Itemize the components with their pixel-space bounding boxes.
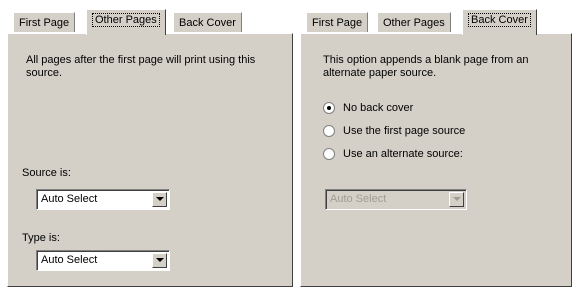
back-cover-dialog: First Page Other Pages Back Cover This o…: [300, 0, 572, 293]
tab-label: Back Cover: [179, 17, 236, 29]
radio-label: No back cover: [343, 102, 414, 114]
radio-unselected-icon: [323, 125, 335, 137]
alternate-source-select: Auto Select: [325, 189, 467, 210]
description-text: All pages after the first page will prin…: [26, 54, 256, 79]
tab-label: First Page: [312, 17, 363, 29]
radio-use-alternate-source[interactable]: Use an alternate source:: [323, 146, 463, 162]
tab-content-other-pages: All pages after the first page will prin…: [7, 33, 293, 287]
radio-selected-icon: [323, 102, 335, 114]
tab-label: First Page: [19, 17, 70, 29]
source-dropdown-button[interactable]: [152, 192, 167, 207]
type-dropdown-button[interactable]: [152, 253, 167, 268]
chevron-down-icon: [156, 197, 164, 201]
source-select-value: Auto Select: [41, 193, 98, 205]
type-select[interactable]: Auto Select: [36, 250, 170, 271]
other-pages-dialog: First Page Other Pages Back Cover All pa…: [7, 0, 293, 293]
tab-label: Other Pages: [92, 13, 160, 27]
source-select[interactable]: Auto Select: [36, 189, 170, 210]
chevron-down-icon: [156, 258, 164, 262]
tab-other-pages[interactable]: Other Pages: [377, 12, 451, 32]
radio-label: Use the first page source: [343, 125, 466, 137]
tab-content-back-cover: This option appends a blank page from an…: [300, 33, 572, 287]
radio-label: Use an alternate source:: [343, 148, 463, 160]
tab-first-page[interactable]: First Page: [306, 12, 369, 32]
chevron-down-icon: [453, 197, 461, 201]
type-label: Type is:: [22, 232, 60, 244]
tab-other-pages[interactable]: Other Pages: [86, 9, 166, 35]
alternate-source-select-value: Auto Select: [330, 193, 387, 205]
tab-label: Back Cover: [468, 13, 531, 27]
tab-first-page[interactable]: First Page: [13, 12, 76, 32]
radio-use-first-page-source[interactable]: Use the first page source: [323, 123, 465, 139]
tab-back-cover[interactable]: Back Cover: [173, 12, 242, 32]
tab-label: Other Pages: [383, 17, 445, 29]
description-text: This option appends a blank page from an…: [323, 54, 529, 79]
radio-no-back-cover[interactable]: No back cover: [323, 100, 413, 116]
alternate-source-dropdown-button: [449, 192, 464, 207]
radio-unselected-icon: [323, 148, 335, 160]
tab-back-cover[interactable]: Back Cover: [462, 9, 537, 35]
source-label: Source is:: [22, 167, 71, 179]
type-select-value: Auto Select: [41, 254, 98, 266]
